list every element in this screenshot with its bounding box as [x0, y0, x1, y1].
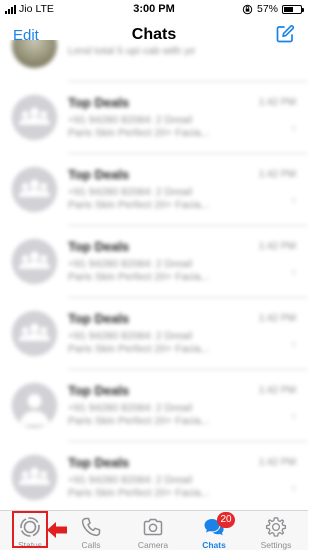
chat-time: 1:42 PM: [258, 97, 296, 108]
status-right: 57%: [242, 3, 304, 15]
person-avatar-icon: [12, 383, 57, 428]
chat-name: Top Deals: [68, 95, 130, 110]
group-avatar-icon: [12, 455, 57, 500]
chat-time: 1:42 PM: [258, 457, 296, 468]
tab-settings-label: Settings: [260, 540, 292, 550]
chevron-right-icon: ›: [291, 479, 296, 495]
status-tab-highlight: [12, 511, 48, 548]
battery-percent: 57%: [256, 3, 278, 15]
chat-time: 1:42 PM: [258, 385, 296, 396]
chat-preview-line: Paris Skin Perfect 20+ Facia...: [68, 271, 210, 283]
chat-preview: +91 94280 82084: 2 Dreail Paris Skin Perf…: [68, 474, 278, 500]
tab-calls-label: Calls: [81, 540, 101, 550]
chat-preview-line: +91 94280 82084: 2 Dreail: [68, 402, 193, 414]
chat-preview-line: +91 94280 82084: 2 Dreail: [68, 258, 193, 270]
chat-name: Top Deals: [68, 455, 130, 470]
tab-settings[interactable]: Settings: [246, 513, 306, 551]
chevron-right-icon: ›: [291, 119, 296, 135]
chat-name: Top Deals: [68, 311, 130, 326]
chat-time: 1:42 PM: [258, 169, 296, 180]
unread-badge: 20: [217, 512, 235, 528]
tab-calls[interactable]: Calls: [61, 513, 121, 551]
chat-list[interactable]: Lend total 5 upi cab with ye Top Deals 1:…: [0, 40, 308, 510]
group-avatar-icon: [12, 95, 57, 140]
chat-name: Top Deals: [68, 383, 130, 398]
chat-row[interactable]: Top Deals 1:42 PM +91 94280 82084: 2 Dreai…: [0, 370, 308, 442]
chat-preview-line: Paris Skin Perfect 20+ Facia...: [68, 343, 210, 355]
tab-camera-label: Camera: [137, 540, 169, 550]
chat-row[interactable]: Top Deals 1:42 PM +91 94280 82084: 2 Dreai…: [0, 226, 308, 298]
chat-preview: Lend total 5 upi cab with ye: [68, 45, 196, 57]
chat-preview-line: Paris Skin Perfect 20+ Facia...: [68, 127, 210, 139]
chevron-right-icon: ›: [291, 191, 296, 207]
chat-row[interactable]: Top Deals 1:42 PM +91 94280 82084: 2 Dreai…: [0, 298, 308, 370]
battery-icon: [282, 4, 304, 14]
camera-icon: [143, 518, 163, 536]
chat-preview-line: Paris Skin Perfect 20+ Facia...: [68, 199, 210, 211]
chat-preview-line: +91 94280 82084: 2 Dreail: [68, 330, 193, 342]
gear-icon: [265, 517, 287, 537]
chat-preview: +91 94280 82084: 2 Dreail Paris Skin Perf…: [68, 258, 278, 284]
chat-row[interactable]: Top Deals 1:42 PM +91 94280 82084: 2 Dreai…: [0, 442, 308, 510]
chat-time: 1:42 PM: [258, 241, 296, 252]
chat-preview-line: Paris Skin Perfect 20+ Facia...: [68, 487, 210, 499]
chat-preview-line: +91 94280 82084: 2 Dreail: [68, 186, 193, 198]
chevron-right-icon: ›: [291, 407, 296, 423]
contact-photo: [12, 40, 57, 68]
orientation-lock-icon: [242, 4, 253, 14]
chat-preview: +91 94280 82084: 2 Dreail Paris Skin Perf…: [68, 330, 278, 356]
chat-name: Top Deals: [68, 167, 130, 182]
group-avatar-icon: [12, 311, 57, 356]
tab-chats-label: Chats: [202, 540, 226, 550]
group-avatar-icon: [12, 167, 57, 212]
tab-camera[interactable]: Camera: [123, 513, 183, 551]
chat-preview: +91 94280 82084: 2 Dreail Paris Skin Perf…: [68, 186, 278, 212]
chevron-right-icon: ›: [291, 263, 296, 279]
phone-icon: [81, 517, 101, 537]
pointer-arrow-icon: [47, 522, 67, 538]
status-bar: Jio LTE 3:00 PM 57%: [0, 0, 308, 20]
chat-preview-line: +91 94280 82084: 2 Dreail: [68, 474, 193, 486]
chevron-right-icon: ›: [291, 335, 296, 351]
chat-time: 1:42 PM: [258, 313, 296, 324]
chat-row-partial[interactable]: Lend total 5 upi cab with ye: [0, 40, 308, 82]
chat-preview-line: Paris Skin Perfect 20+ Facia...: [68, 415, 210, 427]
group-avatar-icon: [12, 239, 57, 284]
chat-preview: +91 94280 82084: 2 Dreail Paris Skin Perf…: [68, 402, 278, 428]
chat-name: Top Deals: [68, 239, 130, 254]
tab-chats[interactable]: 20 Chats: [184, 512, 244, 551]
battery-fill: [284, 6, 293, 12]
chat-row[interactable]: Top Deals 1:42 PM +91 94280 82084: 2 Dreai…: [0, 82, 308, 154]
chat-row[interactable]: Top Deals 1:42 PM +91 94280 82084: 2 Dreai…: [0, 154, 308, 226]
chat-preview-line: +91 94280 82084: 2 Dreail: [68, 114, 193, 126]
chat-preview: +91 94280 82084: 2 Dreail Paris Skin Perf…: [68, 114, 278, 140]
